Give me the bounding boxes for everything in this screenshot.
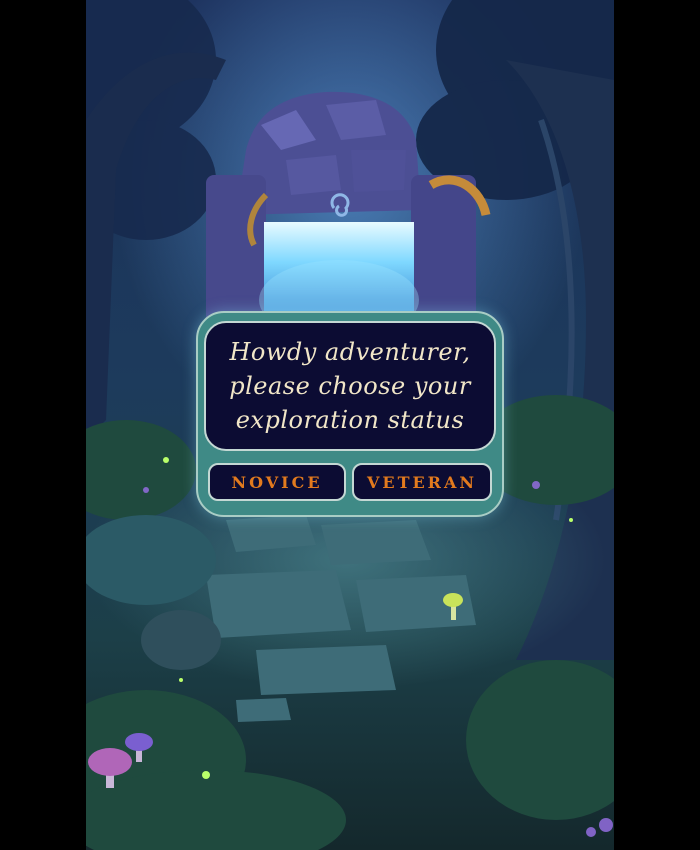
novice-button[interactable]: NOVICE — [208, 463, 346, 501]
message-panel: Howdy adventurer, please choose your exp… — [204, 321, 496, 451]
dialog-message: Howdy adventurer, please choose your exp… — [229, 338, 471, 434]
game-screen: Howdy adventurer, please choose your exp… — [0, 0, 700, 850]
veteran-button[interactable]: VETERAN — [352, 463, 492, 501]
status-dialog: Howdy adventurer, please choose your exp… — [196, 311, 504, 517]
